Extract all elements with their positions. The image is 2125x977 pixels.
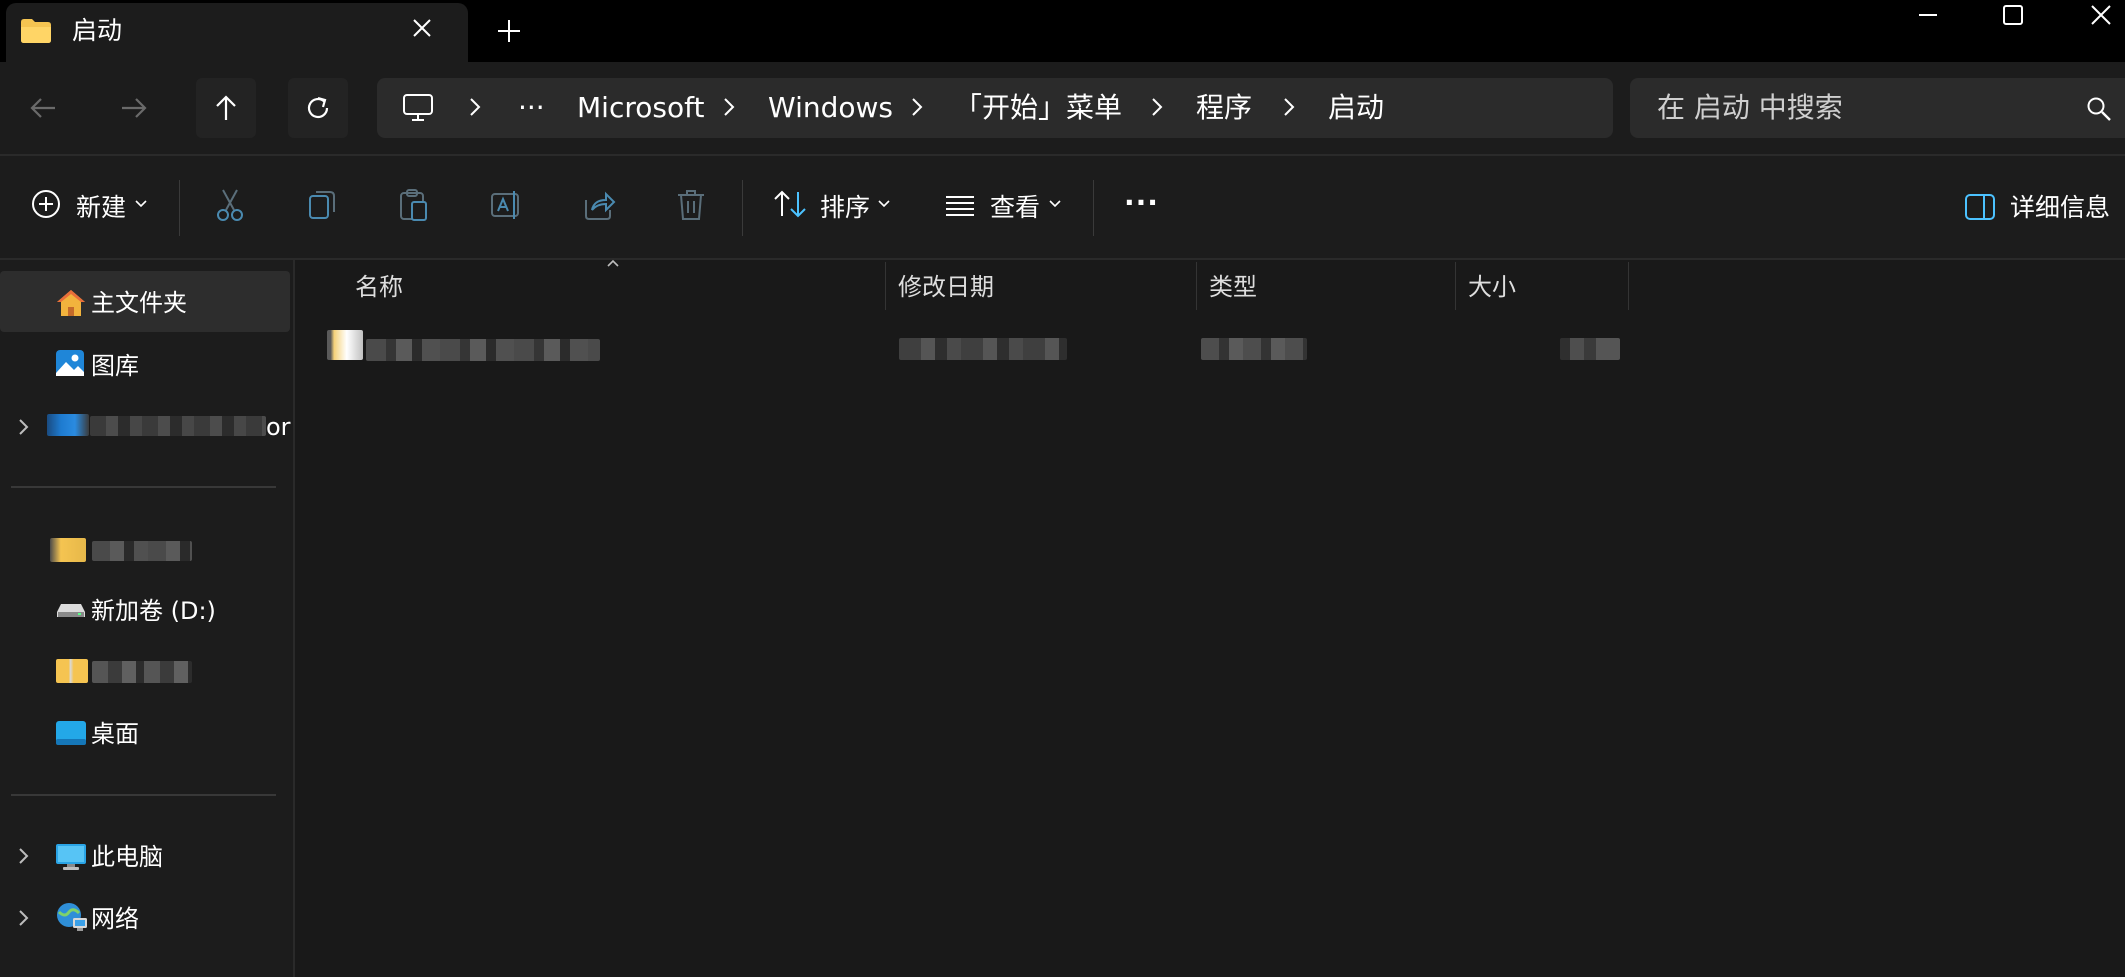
divider: [0, 258, 2125, 260]
maximize-icon[interactable]: [2000, 2, 2026, 28]
divider: [742, 180, 743, 236]
new-button[interactable]: 新建: [76, 193, 126, 223]
rename-icon[interactable]: [490, 188, 524, 222]
sidebar-item-network[interactable]: 网络: [91, 904, 139, 934]
breadcrumb-overflow[interactable]: ···: [518, 92, 545, 124]
breadcrumb-microsoft[interactable]: Microsoft: [577, 92, 704, 124]
divider: [1093, 180, 1094, 236]
up-icon: [214, 94, 238, 122]
chevron-down-icon[interactable]: [135, 199, 147, 209]
refresh-button[interactable]: [288, 78, 348, 138]
minimize-icon[interactable]: [1915, 2, 1941, 28]
more-icon[interactable]: ···: [1124, 188, 1159, 218]
breadcrumb-start-menu[interactable]: 「开始」菜单: [954, 92, 1122, 124]
copy-icon[interactable]: [306, 188, 338, 222]
column-header-size[interactable]: 大小: [1468, 272, 1516, 302]
blurred-text: [92, 661, 192, 683]
tab-title: 启动: [72, 16, 123, 45]
close-icon[interactable]: [412, 18, 432, 38]
column-divider[interactable]: [1196, 262, 1197, 310]
gallery-icon: [55, 349, 85, 377]
sort-icon[interactable]: [773, 188, 807, 220]
search-icon[interactable]: [2086, 96, 2112, 122]
up-button[interactable]: [196, 78, 256, 138]
breadcrumb-programs[interactable]: 程序: [1196, 92, 1252, 124]
sidebar-item-drive-d[interactable]: 新加卷 (D:): [91, 596, 216, 626]
chevron-right-icon[interactable]: [722, 97, 736, 117]
sidebar-item-desktop[interactable]: 桌面: [91, 719, 139, 749]
divider: [11, 794, 276, 796]
computer-icon: [55, 843, 87, 871]
chevron-right-icon[interactable]: [910, 97, 924, 117]
plus-icon[interactable]: [496, 18, 522, 44]
home-icon: [55, 288, 87, 318]
blurred-text: [90, 416, 266, 436]
divider: [179, 180, 180, 236]
column-header-type[interactable]: 类型: [1209, 272, 1257, 302]
divider: [11, 486, 276, 488]
folder-icon: [56, 659, 88, 683]
forward-button[interactable]: [104, 78, 164, 138]
paste-icon[interactable]: [398, 188, 430, 222]
column-divider[interactable]: [1628, 262, 1629, 310]
network-icon: [55, 902, 89, 932]
chevron-down-icon[interactable]: [878, 199, 890, 209]
sort-ascending-icon: [606, 258, 620, 268]
sidebar-item-onedrive-suffix[interactable]: or: [266, 412, 291, 442]
blurred-file-name: [366, 339, 600, 361]
desktop-icon: [55, 720, 87, 746]
blurred-text: [92, 541, 192, 561]
chevron-right-icon[interactable]: [468, 97, 482, 117]
share-icon[interactable]: [582, 188, 616, 222]
onedrive-icon: [47, 414, 89, 436]
breadcrumb-windows[interactable]: Windows: [768, 92, 893, 124]
breadcrumb-startup[interactable]: 启动: [1328, 92, 1384, 124]
sidebar-item-this-pc[interactable]: 此电脑: [91, 842, 163, 872]
sort-button[interactable]: 排序: [820, 193, 870, 223]
drive-icon: [56, 602, 86, 620]
column-divider[interactable]: [1455, 262, 1456, 310]
search-placeholder: 在 启动 中搜索: [1657, 91, 1843, 124]
cut-icon[interactable]: [214, 188, 246, 222]
view-list-icon[interactable]: [945, 194, 975, 218]
chevron-right-icon[interactable]: [18, 909, 30, 927]
delete-icon[interactable]: [676, 188, 706, 222]
file-icon: [327, 330, 363, 360]
blurred-type: [1201, 338, 1307, 360]
column-header-date[interactable]: 修改日期: [898, 272, 994, 302]
sidebar-item-gallery[interactable]: 图库: [91, 351, 139, 381]
forward-icon: [120, 96, 148, 120]
back-icon: [29, 96, 57, 120]
sidebar-item-home-label: 主文件夹: [91, 289, 187, 317]
folder-icon: [20, 18, 52, 44]
computer-icon[interactable]: [402, 93, 434, 123]
add-circle-icon[interactable]: [30, 188, 62, 220]
blurred-date: [899, 338, 1067, 360]
view-button[interactable]: 查看: [990, 193, 1040, 223]
blurred-size: [1560, 338, 1620, 360]
chevron-right-icon[interactable]: [18, 847, 30, 865]
window-close-icon[interactable]: [2088, 2, 2114, 28]
folder-icon: [50, 538, 86, 562]
details-pane-icon[interactable]: [1964, 193, 1996, 221]
back-button[interactable]: [13, 78, 73, 138]
chevron-right-icon[interactable]: [1150, 97, 1164, 117]
column-divider[interactable]: [885, 262, 886, 310]
chevron-down-icon[interactable]: [1049, 199, 1061, 209]
refresh-icon: [304, 94, 332, 122]
column-header-name[interactable]: 名称: [355, 272, 403, 302]
chevron-right-icon[interactable]: [18, 418, 30, 436]
chevron-right-icon[interactable]: [1282, 97, 1296, 117]
details-button[interactable]: 详细信息: [2010, 193, 2110, 223]
